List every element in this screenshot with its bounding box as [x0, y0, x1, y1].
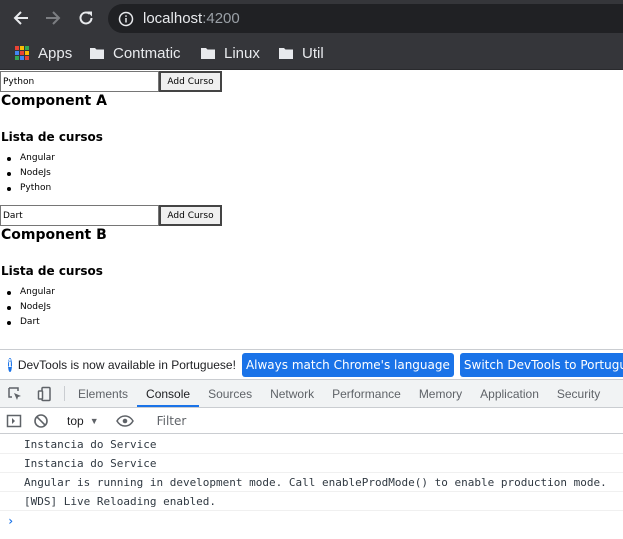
- arrow-left-icon: [13, 11, 28, 25]
- console-prompt[interactable]: ›: [0, 511, 623, 531]
- apps-grid-icon: [15, 46, 29, 60]
- bookmark-linux[interactable]: Linux: [200, 43, 260, 63]
- address-bar[interactable]: localhost:4200: [108, 4, 623, 33]
- course-list-title: Lista de cursos: [1, 130, 103, 144]
- url-host: localhost: [143, 10, 203, 27]
- course-list: Angular NodeJs Dart: [0, 285, 55, 330]
- console-messages: Instancia do Service Instancia do Servic…: [0, 435, 623, 539]
- folder-icon: [90, 48, 104, 59]
- folder-icon: [279, 48, 293, 59]
- devtools-tabbar: Elements Console Sources Network Perform…: [0, 380, 623, 408]
- component-title: Component B: [1, 227, 107, 243]
- course-list-title: Lista de cursos: [1, 264, 103, 278]
- match-language-button[interactable]: Always match Chrome's language: [241, 352, 454, 377]
- add-course-button[interactable]: Add Curso: [159, 71, 222, 92]
- tab-elements[interactable]: Elements: [69, 380, 137, 407]
- tab-application[interactable]: Application: [471, 380, 548, 407]
- arrow-right-icon: [46, 11, 61, 25]
- console-message: Angular is running in development mode. …: [0, 473, 623, 492]
- tab-console[interactable]: Console: [137, 380, 200, 407]
- context-label: top: [67, 413, 84, 428]
- tab-security[interactable]: Security: [548, 380, 609, 407]
- list-item: Angular: [0, 285, 55, 300]
- console-message: [WDS] Live Reloading enabled.: [0, 492, 623, 511]
- list-item: Dart: [0, 315, 55, 330]
- tab-network[interactable]: Network: [261, 380, 323, 407]
- eye-icon[interactable]: [112, 414, 138, 427]
- course-list: Angular NodeJs Python: [0, 151, 55, 196]
- bookmark-label: Util: [302, 44, 324, 62]
- reload-icon: [79, 11, 93, 25]
- console-toolbar: top ▼: [0, 408, 623, 434]
- console-message: Instancia do Service: [0, 435, 623, 454]
- reload-button[interactable]: [75, 7, 97, 29]
- course-input[interactable]: [0, 205, 159, 226]
- infobar-message: DevTools is now available in Portuguese!: [17, 357, 236, 372]
- list-item: NodeJs: [0, 166, 55, 181]
- bookmark-apps[interactable]: Apps: [14, 43, 72, 63]
- context-selector[interactable]: top ▼: [67, 414, 99, 428]
- tab-performance[interactable]: Performance: [323, 380, 410, 407]
- url-text: localhost:4200: [143, 10, 240, 27]
- device-toolbar-icon[interactable]: [30, 380, 60, 407]
- console-filter-input[interactable]: [154, 410, 619, 431]
- bookmark-contmatic[interactable]: Contmatic: [89, 43, 181, 63]
- bookmark-label: Apps: [38, 44, 73, 62]
- bookmarks-bar: Apps Contmatic Linux Util: [0, 36, 623, 70]
- course-input[interactable]: [0, 71, 159, 92]
- dropdown-arrow-icon: ▼: [89, 415, 99, 426]
- site-info-icon[interactable]: [118, 11, 134, 27]
- tab-sources[interactable]: Sources: [199, 380, 261, 407]
- page-content: Add Curso Component A Lista de cursos An…: [0, 71, 623, 349]
- list-item: NodeJs: [0, 300, 55, 315]
- switch-language-button[interactable]: Switch DevTools to Portuguese: [459, 352, 623, 377]
- console-message: Instancia do Service: [0, 454, 623, 473]
- bookmark-util[interactable]: Util: [278, 43, 324, 63]
- tab-memory[interactable]: Memory: [410, 380, 471, 407]
- bookmark-label: Contmatic: [113, 44, 181, 62]
- add-course-button[interactable]: Add Curso: [159, 205, 222, 226]
- list-item: Python: [0, 181, 55, 196]
- forward-button[interactable]: [42, 7, 64, 29]
- sidebar-toggle-icon[interactable]: [0, 413, 28, 429]
- devtools-panel: i DevTools is now available in Portugues…: [0, 349, 623, 538]
- url-port: :4200: [202, 10, 240, 27]
- language-infobar: i DevTools is now available in Portugues…: [0, 350, 623, 380]
- info-icon: i: [8, 357, 12, 372]
- component-title: Component A: [1, 93, 107, 109]
- folder-icon: [201, 48, 215, 59]
- list-item: Angular: [0, 151, 55, 166]
- inspect-element-icon[interactable]: [0, 380, 30, 407]
- browser-toolbar: localhost:4200: [0, 0, 623, 36]
- divider: [64, 386, 65, 401]
- clear-console-icon[interactable]: [28, 413, 54, 429]
- back-button[interactable]: [10, 7, 32, 29]
- bookmark-label: Linux: [224, 44, 260, 62]
